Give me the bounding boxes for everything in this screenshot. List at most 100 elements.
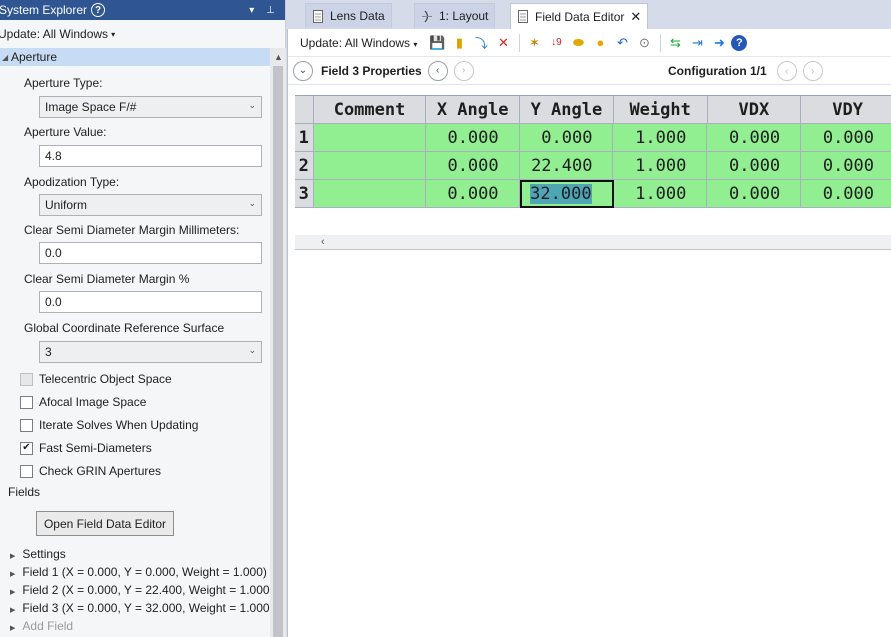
open-field-data-editor-button[interactable]: Open Field Data Editor [36,511,174,536]
cell-vdy[interactable]: 0.000 [801,152,891,180]
dropdown-icon[interactable]: ▾ [249,5,254,16]
clear-margin-mm-label: Clear Semi Diameter Margin Millimeters: [24,223,240,237]
cell-comment[interactable] [313,180,426,208]
apodization-label: Apodization Type: [24,175,120,189]
sphere-icon[interactable]: ⬬ [568,34,588,52]
apodization-select[interactable]: Uniform ⌄ [39,194,262,216]
clear-margin-pct-input[interactable]: 0.0 [39,291,262,313]
insert-icon[interactable]: ⤵ [471,34,491,52]
update-dropdown[interactable]: Update: All Windows ▾ [0,20,285,48]
expand-arrow-icon: ▶ [10,589,16,596]
expand-properties-button[interactable]: ⌄ [293,60,313,81]
fast-semi-diameters-checkbox[interactable]: ✔ Fast Semi-Diameters [20,441,152,455]
aperture-type-select[interactable]: Image Space F/# ⌄ [39,96,262,118]
grid-corner[interactable] [295,96,314,124]
delete-icon[interactable]: ✕ [493,34,513,52]
sphere-orange-icon[interactable]: ● [590,34,610,52]
help-icon[interactable]: ? [91,3,106,17]
cell-y-angle[interactable]: 22.400 [519,152,614,180]
wand-icon[interactable]: ✶ [524,34,544,52]
cell-comment[interactable] [313,152,426,180]
system-explorer-title: System Explorer [0,3,88,17]
arrow-right-icon[interactable]: ➜ [709,34,729,52]
undo-icon[interactable]: ↶ [612,34,632,52]
aperture-type-label: Aperture Type: [24,76,103,90]
aperture-value-label: Aperture Value: [24,125,107,139]
cell-vdx[interactable]: 0.000 [707,152,802,180]
update-label: Update: All Windows [0,27,109,41]
tab-lens-data[interactable]: Lens Data [305,3,392,28]
open-folder-icon[interactable]: ▮ [449,34,469,52]
row-number[interactable]: 3 [295,180,314,208]
left-panel-scrollbar[interactable]: ▲ [270,48,286,637]
system-explorer-titlebar: System Explorer ? ▾ ⊥ [0,0,285,20]
column-header-vdy[interactable]: VDY [801,96,891,124]
previous-field-button[interactable]: ‹ [427,60,448,81]
swap-icon[interactable]: ⇆ [665,34,685,52]
properties-bar: ⌄ Field 3 Properties ‹ › Configuration 1… [288,57,891,85]
column-header-vdx[interactable]: VDX [707,96,802,124]
cell-x-angle[interactable]: 0.000 [425,152,520,180]
aperture-section-header[interactable]: ◢ Aperture [0,48,270,66]
save-icon[interactable]: 💾 [427,34,447,52]
cell-vdy[interactable]: 0.000 [801,180,891,208]
scrollbar-thumb[interactable] [273,66,283,637]
tab-field-data-editor[interactable]: Field Data Editor ✕ [510,3,649,29]
chevron-down-icon: ⌄ [248,345,256,355]
chevron-down-icon: ⌄ [248,100,256,110]
previous-config-button[interactable]: ‹ [776,61,797,81]
toggle-icon[interactable]: ⊙ [634,34,654,52]
cell-x-angle[interactable]: 0.000 [425,180,520,208]
next-config-button[interactable]: › [802,61,823,81]
cell-vdx[interactable]: 0.000 [707,180,802,208]
cell-y-angle-selected[interactable]: 32.000 [519,180,614,208]
cell-vdy[interactable]: 0.000 [801,124,891,152]
document-tabs: Lens Data 1: Layout Field Data Editor ✕ [287,0,891,29]
tree-item-field-3[interactable]: ▶ Field 3 (X = 0.000, Y = 32.000, Weight … [10,601,274,615]
clear-margin-mm-input[interactable]: 0.0 [39,242,262,264]
scroll-left-icon[interactable]: ‹ [321,236,325,248]
tree-item-field-2[interactable]: ▶ Field 2 (X = 0.000, Y = 22.400, Weight … [10,583,274,597]
system-explorer-content: ◢ Aperture Aperture Type: Image Space F/… [0,48,274,637]
row-number[interactable]: 2 [295,152,314,180]
afocal-image-space-checkbox[interactable]: Afocal Image Space [20,395,146,409]
chevron-down-icon: ▾ [111,29,116,39]
telecentric-object-space-checkbox[interactable]: Telecentric Object Space [20,372,172,386]
expand-arrow-icon: ▶ [10,625,16,632]
column-header-y-angle[interactable]: Y Angle [520,96,614,124]
check-grin-apertures-checkbox[interactable]: Check GRIN Apertures [20,464,161,478]
fields-section-header[interactable]: Fields [8,485,40,499]
expand-arrow-icon: ▶ [10,607,16,614]
cell-y-angle[interactable]: 0.000 [519,124,614,152]
row-number[interactable]: 1 [295,124,314,152]
configuration-title: Configuration 1/1 [668,64,767,78]
scroll-up-icon[interactable]: ▲ [274,52,283,62]
cell-comment[interactable] [313,124,426,152]
pin-icon[interactable]: ⊥ [266,5,275,16]
tab-layout[interactable]: 1: Layout [414,3,496,28]
column-header-comment[interactable]: Comment [313,96,427,124]
cell-weight[interactable]: 1.000 [613,124,708,152]
update-dropdown[interactable]: Update: All Windows ▾ [300,36,417,50]
cell-weight[interactable]: 1.000 [613,152,708,180]
clear-margin-pct-label: Clear Semi Diameter Margin % [24,272,190,286]
lens-icon [422,10,432,22]
aperture-value-input[interactable]: 4.8 [39,145,262,167]
tree-item-add-field[interactable]: ▶ Add Field [10,619,73,633]
compress-icon[interactable]: ⇥ [687,34,707,52]
iterate-solves-checkbox[interactable]: Iterate Solves When Updating [20,418,198,432]
cell-weight[interactable]: 1.000 [613,180,708,208]
global-ref-surface-select[interactable]: 3 ⌄ [39,341,262,363]
tree-item-field-1[interactable]: ▶ Field 1 (X = 0.000, Y = 0.000, Weight =… [10,565,267,579]
grid-horizontal-scrollbar[interactable]: ‹ [295,235,891,250]
column-header-x-angle[interactable]: X Angle [426,96,521,124]
cell-vdx[interactable]: 0.000 [707,124,802,152]
cell-x-angle[interactable]: 0.000 [425,124,520,152]
properties-title: Field 3 Properties [321,63,422,78]
sort-icon[interactable]: ↓9 [546,34,566,52]
tree-item-settings[interactable]: ▶ Settings [10,547,66,561]
help-icon[interactable]: ? [731,34,748,51]
next-field-button[interactable]: › [453,60,474,81]
close-icon[interactable]: ✕ [630,9,641,25]
column-header-weight[interactable]: Weight [613,96,708,124]
